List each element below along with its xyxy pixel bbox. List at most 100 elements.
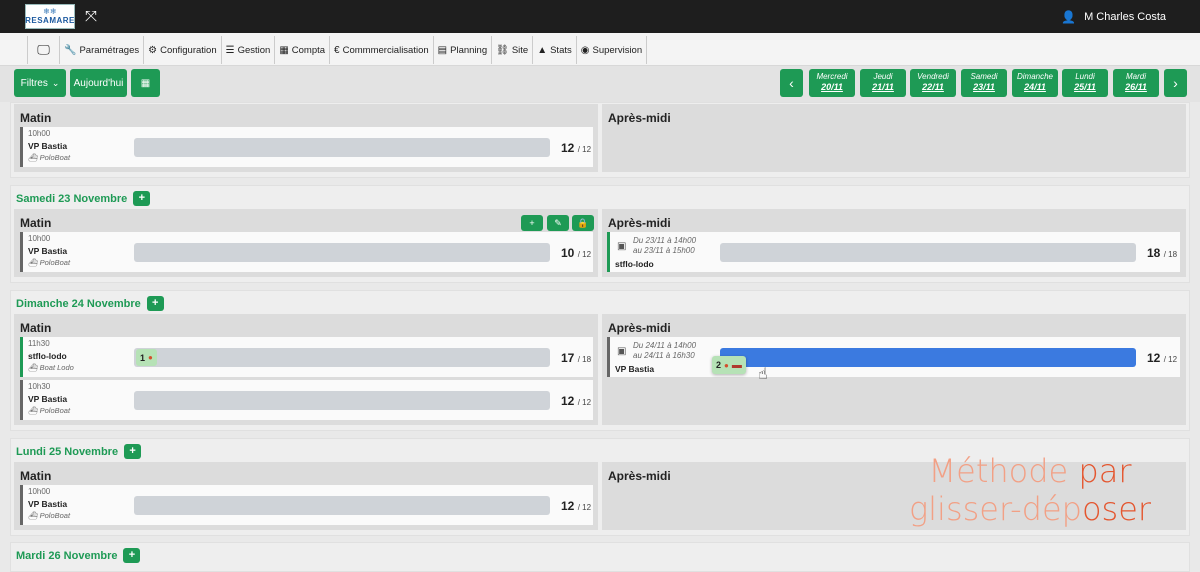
nav-item-home[interactable]: 🖵 [28,36,60,64]
chevron-down-icon: ⌄ [51,77,60,88]
date-from: Du 24/11 à 14h00 [633,341,697,350]
nav-item-gestion[interactable]: ☰ Gestion [222,36,276,64]
day-date: 25/11 [1074,82,1096,92]
booking-count: 1 [140,352,146,363]
slot-dates: Du 23/11 à 14h00 au 23/11 à 15h00 [633,236,696,256]
capacity-bar [134,391,550,410]
cap-total: 12 [1168,355,1178,364]
caption-word: Méthode [928,452,1069,490]
app-logo[interactable]: ❄❄ RESAMARE [25,4,75,29]
capacity-bar [134,496,550,515]
user-name: M Charles Costa [1084,11,1166,23]
cap-total: 12 [582,398,592,407]
user-menu[interactable]: 👤 M Charles Costa [1061,10,1166,24]
eye-icon: ◉ [580,44,590,56]
day-button-samedi[interactable]: Samedi 23/11 [961,69,1007,97]
booking-badge[interactable]: 1 ● [136,349,157,366]
capacity-count: 18 / 18 [1147,246,1178,260]
nav-item-supervision[interactable]: ◉ Supervision [577,36,648,64]
day-button-mercredi[interactable]: Mercredi 20/11 [809,69,855,97]
cap-value: 12 [561,141,575,155]
prev-days-button[interactable]: ‹ [780,69,803,97]
day-title: Dimanche 24 Novembre + [16,296,164,311]
calendar-check-icon: ▣ [617,346,627,357]
capacity-bar [134,138,550,157]
panel-title: Après-midi [608,469,671,483]
nav-item-commercialisation[interactable]: € Commmercialisation [330,36,434,64]
wrench-icon: 🔧 [64,44,77,56]
slot-boat: ⛴ PoloBoat [28,258,70,267]
nav-item-compta[interactable]: ▦ Compta [275,36,331,64]
cap-total: 18 [1168,250,1178,259]
person-icon: ● [148,353,153,362]
add-icon[interactable]: + [133,191,151,206]
day-button-mardi[interactable]: Mardi 26/11 [1113,69,1159,97]
slot-boat: ⛴ PoloBoat [28,406,70,415]
nav-item-planning[interactable]: ▤ Planning [434,36,493,64]
booking-count: 2 [716,360,722,370]
fullscreen-icon[interactable]: ⤧ [83,9,99,25]
add-slot-button[interactable]: + [521,215,543,231]
calendar-icon: ▦ [140,77,151,89]
nav-item-configuration[interactable]: ⚙ Configuration [144,36,222,64]
day-title: Samedi 23 Novembre + [16,191,151,206]
day-title-text: Mardi 26 Novembre [16,549,118,562]
sitemap-icon: ⛓ [496,44,509,56]
day-date: 21/11 [872,82,894,92]
day-title-text: Dimanche 24 Novembre [16,297,141,310]
cap-total: 12 [582,145,592,154]
day-section-mardi [10,542,1190,572]
add-icon[interactable]: + [123,548,141,563]
logo-text: RESAMARE [25,16,75,25]
edit-button[interactable]: ✎ [547,215,569,231]
nav-item-stats[interactable]: ▲ Stats [533,36,577,64]
panel-title: Après-midi [608,216,671,230]
day-button-jeudi[interactable]: Jeudi 21/11 [860,69,906,97]
slot-name: VP Bastia [28,499,68,509]
panel-title: Matin [20,111,52,125]
add-icon[interactable]: + [146,296,164,311]
day-date: 23/11 [973,82,995,92]
caption-word: oser [1081,490,1152,528]
capacity-bar [720,348,1136,367]
calculator-icon: ▦ [279,44,289,56]
panel-title: Après-midi [608,321,671,335]
next-days-button[interactable]: › [1164,69,1187,97]
day-button-vendredi[interactable]: Vendredi 22/11 [910,69,956,97]
slot-name: stflo-lodo [615,259,654,269]
lock-button[interactable]: 🔒 [572,215,594,231]
boat-name: PoloBoat [39,511,71,520]
calendar-button[interactable]: ▦ [131,69,160,97]
cap-value: 18 [1147,246,1161,260]
day-name: Dimanche [1016,72,1053,81]
list-icon: ☰ [225,44,235,56]
cogs-icon: ⚙ [148,44,158,56]
add-icon[interactable]: + [124,444,142,459]
flag-icon: ▬ [731,359,742,371]
dragged-booking-badge[interactable]: 2 ● ▬ [712,356,746,374]
slot-dates: Du 24/11 à 14h00 au 24/11 à 16h30 [633,341,696,361]
nav-item-parametrages[interactable]: 🔧 Paramétrages [60,36,145,64]
filters-button[interactable]: Filtres ⌄ [14,69,66,97]
day-button-lundi[interactable]: Lundi 25/11 [1062,69,1108,97]
day-name: Vendredi [917,72,949,81]
day-title: Mardi 26 Novembre + [16,548,141,563]
nav-label: Paramétrages [79,44,140,56]
day-button-dimanche[interactable]: Dimanche 24/11 [1012,69,1058,97]
nav-label: Configuration [160,44,217,56]
afternoon-panel: Après-midi [602,104,1186,172]
capacity-count: 12 / 12 [561,499,592,513]
boat-name: PoloBoat [39,406,71,415]
cap-value: 17 [561,351,575,365]
day-date: 24/11 [1024,82,1046,92]
panel-title: Après-midi [608,111,671,125]
capacity-count: 12 / 12 [561,394,592,408]
caption-word: glisser-dép [908,490,1082,528]
slot-name: VP Bastia [615,364,655,374]
slot-boat: ⛴ Boat Lodo [28,363,74,372]
nav-item-site[interactable]: ⛓ Site [492,36,534,64]
capacity-count: 10 / 12 [561,246,592,260]
chart-icon: ▲ [537,44,548,56]
panel-title: Matin [20,216,52,230]
today-button[interactable]: Aujourd'hui [70,69,127,97]
